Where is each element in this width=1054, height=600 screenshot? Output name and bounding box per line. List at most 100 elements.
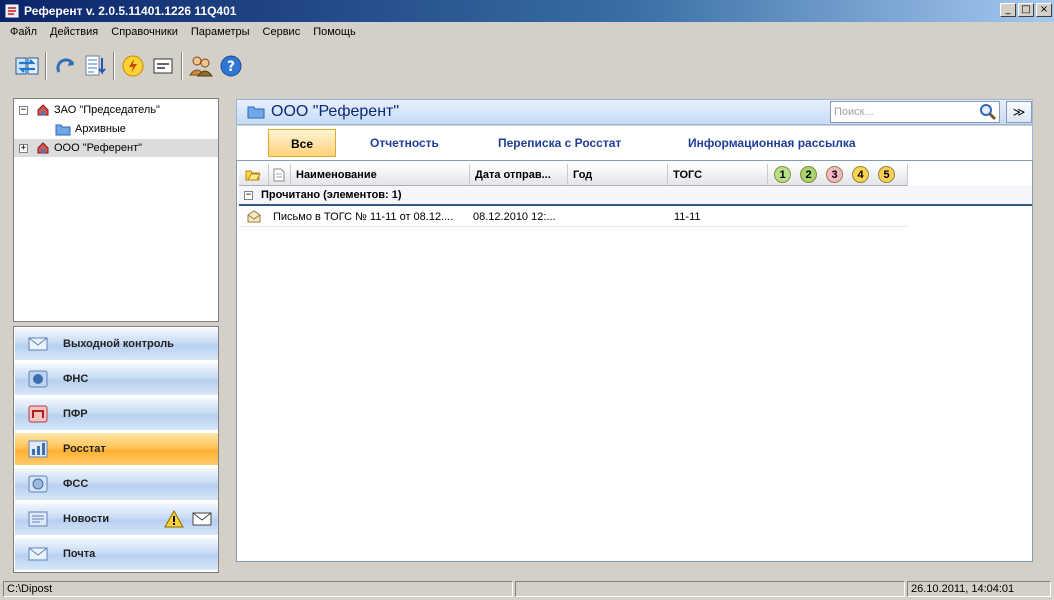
status-badge-4[interactable]: 4 bbox=[852, 166, 869, 183]
nav-item-output-control[interactable]: Выходной контроль bbox=[15, 328, 218, 361]
status-panel-empty bbox=[515, 581, 905, 597]
column-header-type[interactable] bbox=[269, 164, 291, 186]
menu-service[interactable]: Сервис bbox=[257, 26, 308, 38]
nav-item-fns[interactable]: ФНС bbox=[15, 363, 218, 396]
menu-references[interactable]: Справочники bbox=[105, 26, 185, 38]
status-badge-1[interactable]: 1 bbox=[774, 166, 791, 183]
nav-label: Выходной контроль bbox=[63, 338, 174, 350]
building-icon bbox=[37, 104, 49, 116]
nav-item-fss[interactable]: ФСС bbox=[15, 468, 218, 501]
group-row-read[interactable]: − Прочитано (элементов: 1) bbox=[239, 186, 1032, 206]
status-badge-2[interactable]: 2 bbox=[800, 166, 817, 183]
nav-label: ФНС bbox=[63, 373, 89, 385]
status-badge-3[interactable]: 3 bbox=[826, 166, 843, 183]
table-row[interactable]: Письмо в ТОГС № 11-11 от 08.12.... 08.12… bbox=[239, 207, 907, 227]
status-columns: 1 2 3 4 5 bbox=[768, 164, 908, 186]
column-header-togs[interactable]: ТОГС bbox=[668, 164, 768, 186]
nav-item-mail[interactable]: Почта bbox=[15, 538, 218, 571]
menu-file[interactable]: Файл bbox=[4, 26, 44, 38]
status-path: C:\Dipost bbox=[3, 581, 513, 597]
fss-emblem-icon bbox=[28, 475, 48, 493]
users-button[interactable] bbox=[186, 50, 216, 82]
search-placeholder: Поиск... bbox=[834, 106, 874, 118]
tree-item-zao[interactable]: − ЗАО "Председатель" bbox=[14, 101, 218, 119]
tree-item-referent[interactable]: + ООО "Референт" bbox=[14, 139, 218, 157]
tree-expander[interactable]: + bbox=[19, 143, 28, 153]
menu-parameters[interactable]: Параметры bbox=[185, 26, 257, 38]
collapse-button[interactable]: ≫ bbox=[1006, 101, 1032, 123]
warning-icon bbox=[164, 509, 184, 528]
status-datetime: 26.10.2011, 14:04:01 bbox=[907, 581, 1051, 597]
pfr-emblem-icon bbox=[28, 405, 48, 423]
tree-item-label: Архивные bbox=[75, 123, 126, 135]
nav-label: ФСС bbox=[63, 478, 89, 490]
lightning-button[interactable] bbox=[118, 50, 148, 82]
tree-item-archive[interactable]: Архивные bbox=[14, 120, 218, 138]
fns-emblem-icon bbox=[28, 370, 48, 388]
folder-icon bbox=[55, 124, 71, 135]
group-expander[interactable]: − bbox=[244, 190, 253, 200]
help-icon: ? bbox=[220, 55, 242, 77]
tree-item-label: ООО "Референт" bbox=[54, 142, 143, 154]
tab-newsletter[interactable]: Информационная рассылка bbox=[688, 129, 856, 157]
svg-text:?: ? bbox=[227, 59, 235, 75]
users-icon bbox=[189, 56, 213, 77]
menu-help[interactable]: Помощь bbox=[307, 26, 363, 38]
filter-tabs: Все Отчетность Переписка с Росстат Инфор… bbox=[236, 126, 1033, 160]
document-icon bbox=[273, 168, 285, 181]
tree-item-label: ЗАО "Председатель" bbox=[54, 104, 160, 116]
sort-icon bbox=[85, 55, 106, 76]
news-icon bbox=[28, 511, 48, 527]
close-button[interactable]: × bbox=[1036, 3, 1052, 17]
status-badge-5[interactable]: 5 bbox=[878, 166, 895, 183]
column-header-year[interactable]: Год bbox=[568, 164, 668, 186]
nav-item-rosstat[interactable]: Росстат bbox=[15, 433, 218, 466]
tab-all[interactable]: Все bbox=[268, 129, 336, 157]
open-envelope-icon bbox=[247, 210, 261, 223]
menu-actions[interactable]: Действия bbox=[44, 26, 105, 38]
title-bar: Референт v. 2.0.5.11401.1226 11Q401 _ □ … bbox=[0, 0, 1054, 22]
chart-icon bbox=[28, 440, 48, 458]
minimize-button[interactable]: _ bbox=[1000, 3, 1016, 17]
search-icon[interactable] bbox=[979, 103, 997, 121]
sort-button[interactable] bbox=[80, 50, 110, 82]
menu-bar: Файл Действия Справочники Параметры Серв… bbox=[0, 22, 1054, 42]
help-button[interactable]: ? bbox=[216, 50, 246, 82]
building-icon bbox=[37, 142, 49, 154]
recipient-navigation: Выходной контроль ФНС ПФР Росстат ФСС Но… bbox=[13, 326, 219, 573]
card-icon bbox=[153, 58, 173, 74]
cell-togs: 11-11 bbox=[674, 211, 701, 223]
toolbar: ? bbox=[0, 44, 1054, 88]
maximize-button[interactable]: □ bbox=[1018, 3, 1034, 17]
nav-label: ПФР bbox=[63, 408, 88, 420]
column-header-folder[interactable] bbox=[239, 164, 269, 186]
refresh-button[interactable] bbox=[50, 50, 80, 82]
documents-grid: Наименование Дата отправ... Год ТОГС 1 2… bbox=[236, 160, 1033, 562]
cell-date: 08.12.2010 12:... bbox=[473, 211, 556, 223]
tab-rosstat-correspondence[interactable]: Переписка с Росстат bbox=[498, 129, 621, 157]
search-input[interactable]: Поиск... bbox=[830, 101, 1000, 123]
group-label: Прочитано (элементов: 1) bbox=[261, 189, 402, 201]
open-folder-icon bbox=[245, 170, 261, 180]
chevron-down-icon: ≫ bbox=[1012, 105, 1026, 119]
nav-item-news[interactable]: Новости bbox=[15, 503, 218, 536]
nav-item-pfr[interactable]: ПФР bbox=[15, 398, 218, 431]
window-title: Референт v. 2.0.5.11401.1226 11Q401 bbox=[24, 4, 237, 18]
exchange-button[interactable] bbox=[12, 50, 42, 82]
refresh-icon bbox=[56, 58, 75, 73]
lightning-icon bbox=[122, 55, 144, 77]
mail-icon bbox=[28, 547, 48, 561]
tree-expander[interactable]: − bbox=[19, 105, 28, 115]
tab-reporting[interactable]: Отчетность bbox=[370, 129, 439, 157]
mail-icon bbox=[192, 512, 212, 526]
status-bar: C:\Dipost 26.10.2011, 14:04:01 bbox=[0, 580, 1054, 600]
column-header-name[interactable]: Наименование bbox=[291, 164, 470, 186]
main-header: ООО "Референт" Поиск... ≫ bbox=[236, 99, 1033, 125]
card-button[interactable] bbox=[148, 50, 178, 82]
app-icon bbox=[5, 4, 19, 18]
column-header-date[interactable]: Дата отправ... bbox=[470, 164, 568, 186]
organization-title: ООО "Референт" bbox=[271, 103, 400, 120]
organization-tree: − ЗАО "Председатель" Архивные + ООО "Реф… bbox=[13, 98, 219, 322]
exchange-icon bbox=[15, 57, 39, 75]
nav-label: Росстат bbox=[63, 443, 106, 455]
